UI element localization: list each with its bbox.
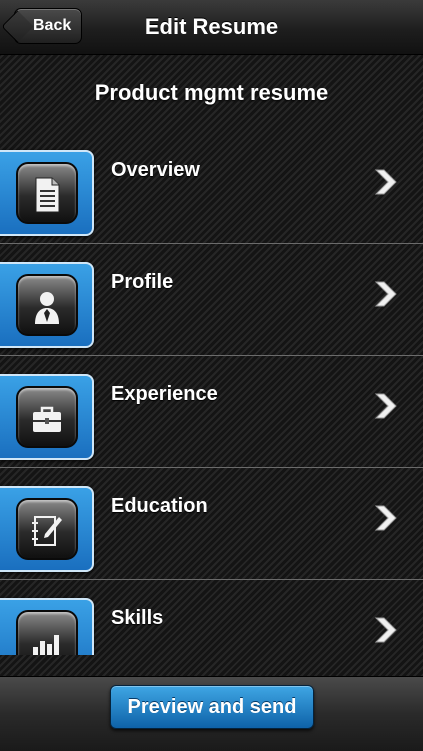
chevron-right-icon bbox=[374, 617, 397, 643]
chevron-right-icon bbox=[374, 393, 397, 419]
section-row-education[interactable]: Education bbox=[0, 468, 423, 580]
section-row-experience[interactable]: Experience bbox=[0, 356, 423, 468]
preview-and-send-button[interactable]: Preview and send bbox=[110, 685, 314, 729]
chevron-right-icon bbox=[374, 169, 397, 195]
section-tile bbox=[0, 150, 94, 236]
section-label: Education bbox=[111, 495, 208, 517]
section-label: Experience bbox=[111, 383, 218, 405]
section-label: Skills bbox=[111, 607, 164, 629]
bottom-toolbar: Preview and send bbox=[0, 676, 423, 751]
navigation-bar: Back Edit Resume bbox=[0, 0, 423, 55]
notebook-pen-icon bbox=[16, 498, 78, 560]
section-label: Profile bbox=[111, 271, 174, 293]
document-icon bbox=[16, 162, 78, 224]
section-row-overview[interactable]: Overview bbox=[0, 132, 423, 244]
section-tile bbox=[0, 262, 94, 348]
resume-title: Product mgmt resume bbox=[94, 80, 329, 105]
person-icon bbox=[16, 274, 78, 336]
briefcase-icon bbox=[16, 386, 78, 448]
section-tile bbox=[0, 486, 94, 572]
chevron-right-icon bbox=[374, 281, 397, 307]
bar-chart-icon bbox=[16, 610, 78, 655]
chevron-right-icon bbox=[374, 505, 397, 531]
section-row-profile[interactable]: Profile bbox=[0, 244, 423, 356]
section-label: Overview bbox=[111, 159, 200, 181]
section-tile bbox=[0, 374, 94, 460]
section-row-skills[interactable]: Skills bbox=[0, 580, 423, 655]
section-list: Overview Profile Experience Education Sk… bbox=[0, 132, 423, 655]
nav-title: Edit Resume bbox=[144, 14, 279, 39]
section-tile bbox=[0, 598, 94, 655]
